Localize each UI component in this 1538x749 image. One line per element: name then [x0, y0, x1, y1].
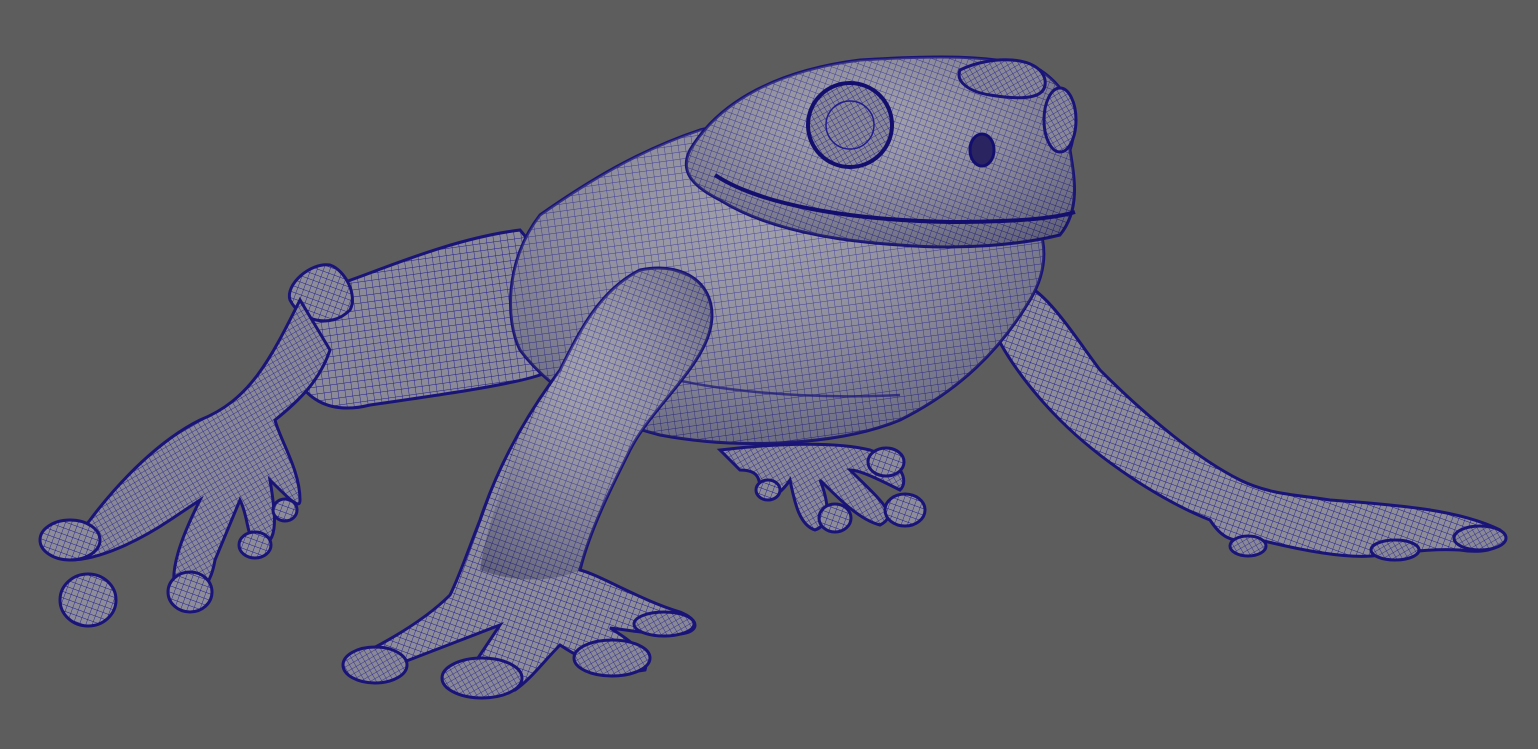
frog-mesh-model[interactable]: [0, 0, 1538, 749]
front-right-arm: [988, 278, 1508, 562]
back-right-foot: [716, 442, 927, 534]
3d-viewport[interactable]: [0, 0, 1538, 749]
